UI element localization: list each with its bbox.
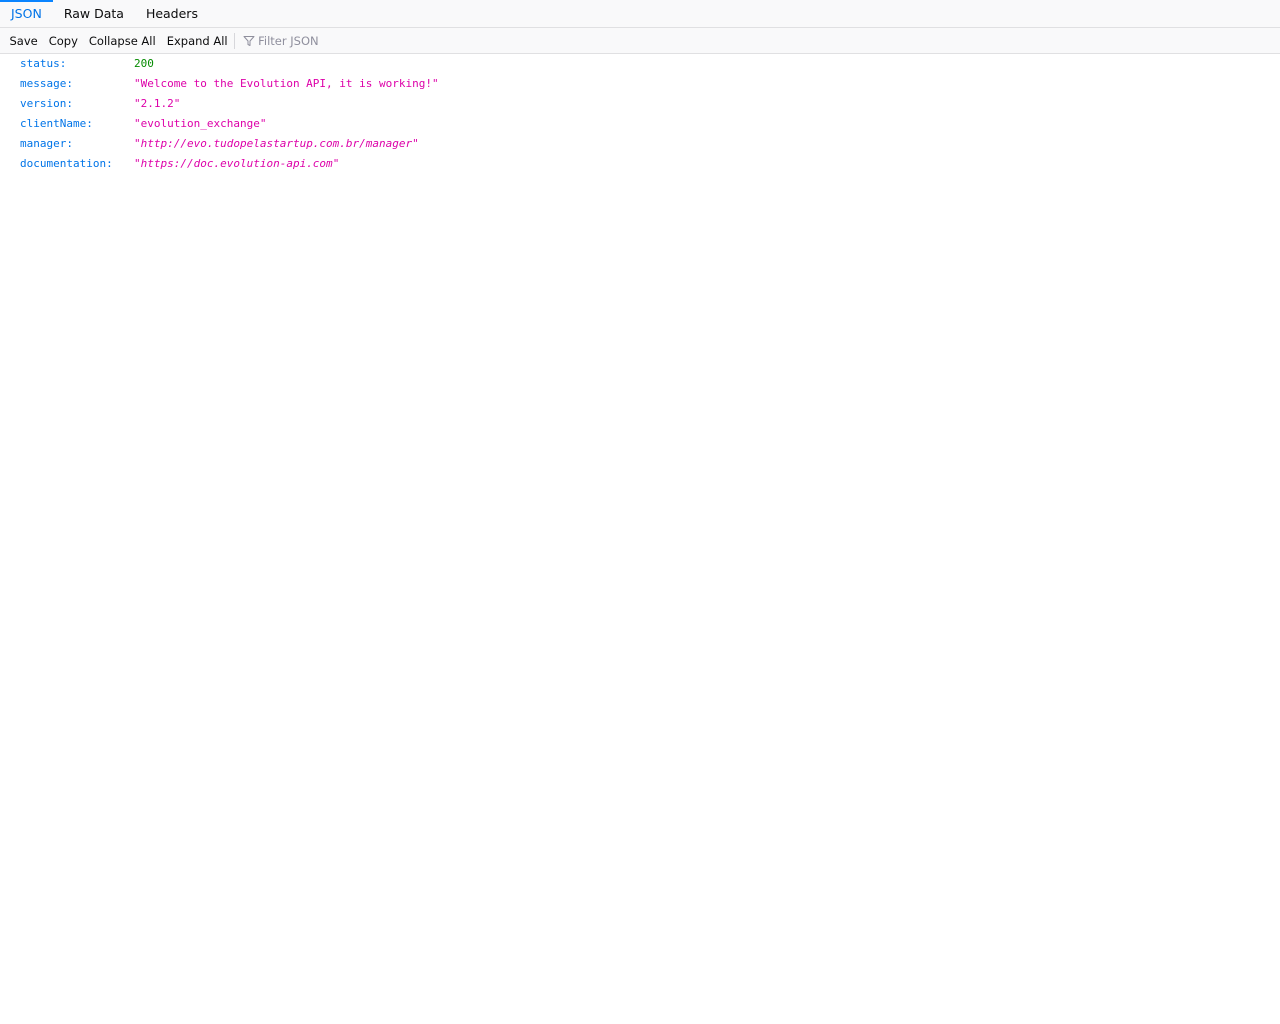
json-value: "2.1.2" (134, 97, 181, 110)
json-value-link[interactable]: "http://evo.tudopelastartup.com.br/manag… (134, 134, 419, 154)
toolbar-divider (234, 32, 236, 49)
json-key: status: (20, 57, 67, 70)
json-row-message[interactable]: message: "Welcome to the Evolution API, … (0, 74, 1280, 94)
json-key: version: (20, 97, 73, 110)
copy-button[interactable]: Copy (43, 29, 83, 53)
tab-headers[interactable]: Headers (135, 0, 209, 27)
save-button[interactable]: Save (4, 29, 43, 53)
json-row-documentation[interactable]: documentation: "https://doc.evolution-ap… (0, 154, 1280, 174)
collapse-all-button[interactable]: Collapse All (83, 29, 161, 53)
tab-bar: JSON Raw Data Headers (0, 0, 1280, 28)
filter-icon (243, 35, 255, 47)
tab-json[interactable]: JSON (0, 0, 53, 27)
json-toolbar: Save Copy Collapse All Expand All (0, 28, 1280, 54)
json-key: message: (20, 77, 73, 90)
quote-open: " (134, 157, 141, 170)
json-row-clientname[interactable]: clientName: "evolution_exchange" (0, 114, 1280, 134)
tab-raw-data[interactable]: Raw Data (53, 0, 135, 27)
json-row-version[interactable]: version: "2.1.2" (0, 94, 1280, 114)
json-value: 200 (134, 57, 154, 70)
json-value-link[interactable]: "https://doc.evolution-api.com" (134, 154, 339, 174)
json-url[interactable]: http://evo.tudopelastartup.com.br/manage… (141, 137, 413, 150)
json-key: clientName: (20, 117, 93, 130)
json-tree: status: 200 message: "Welcome to the Evo… (0, 54, 1280, 174)
json-url[interactable]: https://doc.evolution-api.com (141, 157, 333, 170)
expand-all-button[interactable]: Expand All (161, 29, 233, 53)
json-key: manager: (20, 137, 73, 150)
json-key: documentation: (20, 157, 113, 170)
filter-json-input[interactable] (258, 30, 619, 51)
json-value: "Welcome to the Evolution API, it is wor… (134, 77, 439, 90)
filter-box[interactable] (239, 29, 639, 53)
quote-close: " (412, 137, 419, 150)
json-value: "evolution_exchange" (134, 117, 267, 130)
json-row-manager[interactable]: manager: "http://evo.tudopelastartup.com… (0, 134, 1280, 154)
quote-close: " (332, 157, 340, 170)
quote-open: " (134, 137, 141, 150)
json-row-status[interactable]: status: 200 (0, 54, 1280, 74)
